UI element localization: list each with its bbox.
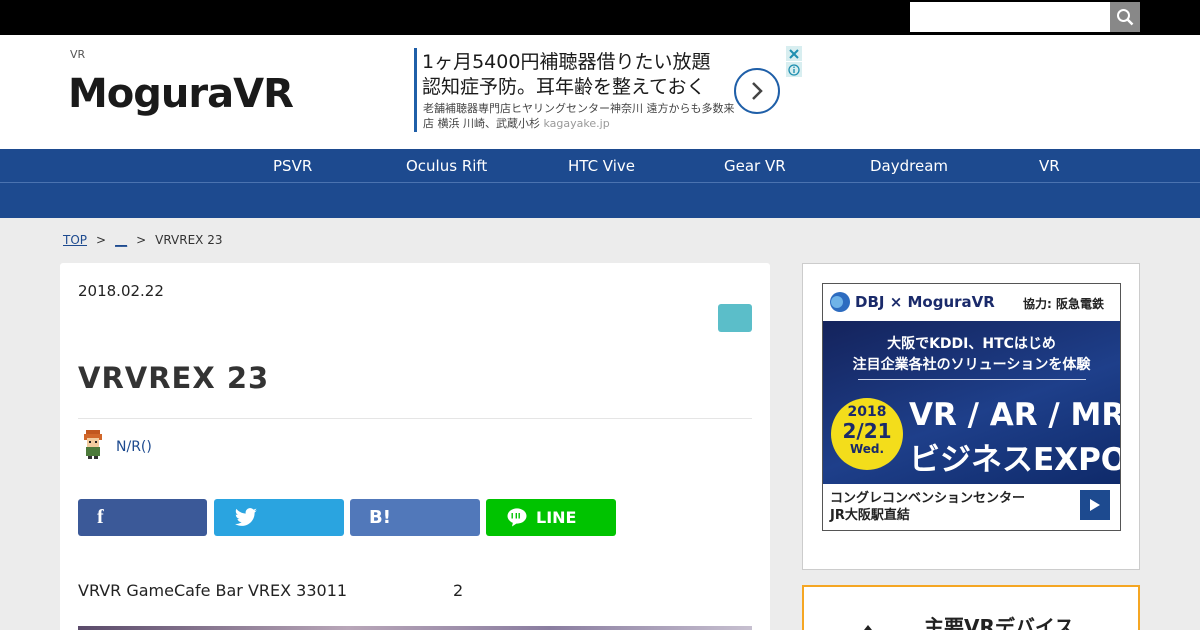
dbj-logo-icon: [830, 292, 850, 312]
category-tag[interactable]: [718, 304, 752, 332]
nav-item-vr[interactable]: VR: [1039, 157, 1060, 175]
banner-body: 大阪でKDDI、HTCはじめ 注目企業各社のソリューションを体験 2018 2/…: [823, 321, 1120, 484]
ad-info-button[interactable]: [786, 62, 802, 77]
search-icon: [1117, 9, 1134, 26]
page-title: VRVREX 23: [78, 361, 270, 395]
share-line-label: LINE: [536, 508, 577, 527]
share-hatena-button[interactable]: B!: [350, 499, 480, 536]
banner-venue: コングレコンベンションセンター JR大阪駅直結: [830, 491, 1026, 523]
devices-widget: 主要VRデバイス: [802, 585, 1140, 630]
author-link[interactable]: N/R(): [116, 439, 152, 455]
ad-domain: kagayake.jp: [543, 117, 610, 130]
nav-item-psvr[interactable]: PSVR: [273, 157, 312, 175]
ad-accent-bar: [414, 48, 417, 132]
devices-heading: 主要VRデバイス: [924, 615, 1075, 630]
expo-banner[interactable]: DBJ × MoguraVR 協力: 阪急電鉄 大阪でKDDI、HTCはじめ 注…: [822, 283, 1121, 531]
banner-cooperation: 協力: 阪急電鉄: [1023, 297, 1104, 311]
site-tagline: VR: [70, 48, 86, 61]
author-avatar[interactable]: [78, 428, 108, 460]
ad-body: 老舗補聴器専門店ヒヤリングセンター神奈川 遠方からも多数来店 横浜 川崎、武蔵小…: [423, 101, 743, 131]
hatena-icon: B!: [369, 507, 391, 528]
breadcrumb: TOP > __ > VRVREX 23: [63, 233, 222, 247]
breadcrumb-separator: >: [96, 233, 107, 247]
info-icon: [788, 63, 800, 76]
search-button[interactable]: [1110, 2, 1140, 32]
post-date: 2018.02.22: [78, 282, 164, 300]
article-lead: VRVR GameCafe Bar VREX 33011: [78, 581, 348, 600]
breadcrumb-current: VRVREX 23: [155, 233, 223, 247]
ad-close-button[interactable]: [786, 46, 802, 61]
line-icon: [507, 508, 527, 527]
nav-row: PSVR Oculus Rift HTC Vive Gear VR Daydre…: [0, 149, 1200, 183]
banner-line2: 注目企業各社のソリューションを体験: [852, 357, 1091, 373]
article-image: [78, 626, 752, 630]
sidebar-widget: DBJ × MoguraVR 協力: 阪急電鉄 大阪でKDDI、HTCはじめ 注…: [802, 263, 1140, 570]
banner-footer: コングレコンベンションセンター JR大阪駅直結: [823, 484, 1120, 530]
site-logo[interactable]: MoguraVR: [68, 71, 294, 117]
close-icon: [789, 48, 799, 59]
nav-item-htc-vive[interactable]: HTC Vive: [568, 157, 635, 175]
banner-header: DBJ × MoguraVR 協力: 阪急電鉄: [823, 284, 1120, 321]
banner-date-badge: 2018 2/21 Wed.: [831, 398, 903, 470]
ad-headline[interactable]: 1ヶ月5400円補聴器借りたい放題 認知症予防。耳年齢を整えておく: [422, 50, 742, 100]
site-header: VR MoguraVR 1ヶ月5400円補聴器借りたい放題 認知症予防。耳年齢を…: [0, 35, 1200, 149]
chevron-right-icon: [752, 82, 763, 100]
badge-day: Wed.: [849, 442, 885, 456]
article-card: 2018.02.22 VRVREX 23 N/R() f B! LINE VRV…: [60, 263, 770, 630]
breadcrumb-separator: >: [136, 233, 147, 247]
nav-item-oculus-rift[interactable]: Oculus Rift: [406, 157, 487, 175]
play-icon: [1090, 499, 1100, 511]
vr-headset-icon: [864, 625, 872, 630]
top-bar: [0, 0, 1200, 35]
ad-next-button[interactable]: [734, 68, 780, 114]
article-lead-number: 2: [453, 581, 464, 600]
breadcrumb-home-link[interactable]: TOP: [63, 233, 87, 247]
share-facebook-button[interactable]: f: [78, 499, 207, 536]
facebook-icon: f: [97, 506, 104, 528]
banner-go-button[interactable]: [1080, 490, 1110, 520]
share-line-button[interactable]: LINE: [486, 499, 616, 536]
banner-expo-title: VR / AR / MR: [909, 397, 1121, 433]
banner-expo-subtitle: ビジネスEXPO: [909, 442, 1121, 478]
badge-date: 2/21: [842, 419, 892, 443]
badge-year: 2018: [847, 404, 887, 420]
breadcrumb-category-link[interactable]: __: [115, 233, 127, 247]
twitter-icon: [234, 508, 257, 526]
title-divider: [78, 418, 752, 419]
banner-brand: DBJ × MoguraVR: [855, 293, 995, 311]
banner-line1: 大阪でKDDI、HTCはじめ: [887, 336, 1056, 352]
search-input[interactable]: [910, 2, 1110, 32]
nav-item-gear-vr[interactable]: Gear VR: [724, 157, 786, 175]
share-twitter-button[interactable]: [214, 499, 344, 536]
main-nav: PSVR Oculus Rift HTC Vive Gear VR Daydre…: [0, 149, 1200, 218]
ad-banner[interactable]: 1ヶ月5400円補聴器借りたい放題 認知症予防。耳年齢を整えておく 老舗補聴器専…: [414, 46, 804, 134]
banner-divider: [858, 379, 1086, 380]
nav-item-daydream[interactable]: Daydream: [870, 157, 948, 175]
